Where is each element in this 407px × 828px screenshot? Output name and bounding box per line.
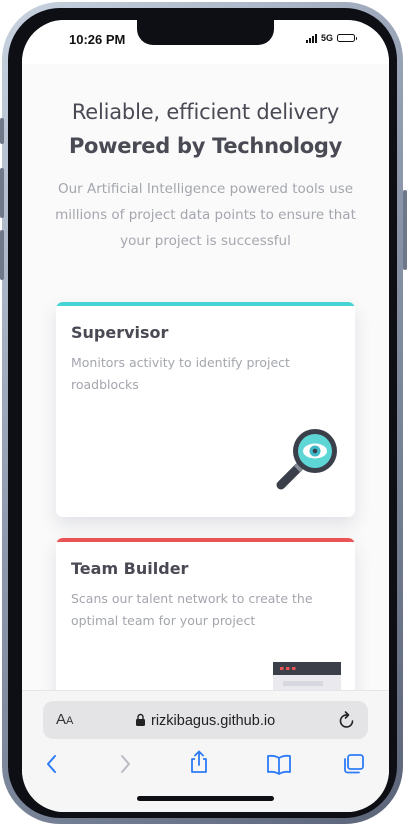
status-bar: 10:26 PM 5G <box>22 20 389 64</box>
card-title: Supervisor <box>71 323 169 342</box>
notch <box>137 20 274 45</box>
page-content: Reliable, efficient delivery Powered by … <box>22 64 389 254</box>
section-title: Reliable, efficient delivery <box>71 100 340 124</box>
status-indicators: 5G <box>305 33 357 43</box>
lock-icon <box>135 711 146 730</box>
url-display[interactable]: rizkibagus.github.io <box>135 711 275 730</box>
card-description: Scans our talent network to create the o… <box>71 591 313 628</box>
volume-up-button <box>0 168 4 218</box>
browser-bar: AA rizkibagus.github.io <box>22 690 389 812</box>
silent-switch <box>0 118 4 144</box>
section-description: Our Artificial Intelligence powered tool… <box>55 181 356 249</box>
text-size-button[interactable]: AA <box>56 711 73 728</box>
screen: Reliable, efficient delivery Powered by … <box>22 20 389 812</box>
card-accent-bar <box>56 538 355 542</box>
signal-icon <box>305 33 317 43</box>
card-title: Team Builder <box>71 559 189 578</box>
tabs-icon[interactable] <box>342 753 366 779</box>
section-subtitle: Powered by Technology <box>68 134 343 158</box>
reload-icon[interactable] <box>338 710 356 734</box>
supervisor-card: Supervisor Monitors activity to identify… <box>56 302 355 517</box>
url-text: rizkibagus.github.io <box>151 712 276 729</box>
browser-toolbar <box>22 750 389 783</box>
card-description: Monitors activity to identify project ro… <box>71 355 290 392</box>
back-icon[interactable] <box>44 753 60 779</box>
volume-down-button <box>0 230 4 280</box>
power-button <box>403 190 407 270</box>
share-icon[interactable] <box>188 749 210 779</box>
network-type: 5G <box>320 33 333 43</box>
forward-icon[interactable] <box>117 753 133 779</box>
supervisor-icon <box>273 425 341 497</box>
card-accent-bar <box>56 302 355 306</box>
bookmarks-icon[interactable] <box>266 753 292 779</box>
battery-icon <box>337 34 357 42</box>
home-indicator <box>137 796 274 801</box>
status-time: 10:26 PM <box>69 32 126 47</box>
address-bar[interactable]: AA rizkibagus.github.io <box>43 701 368 739</box>
